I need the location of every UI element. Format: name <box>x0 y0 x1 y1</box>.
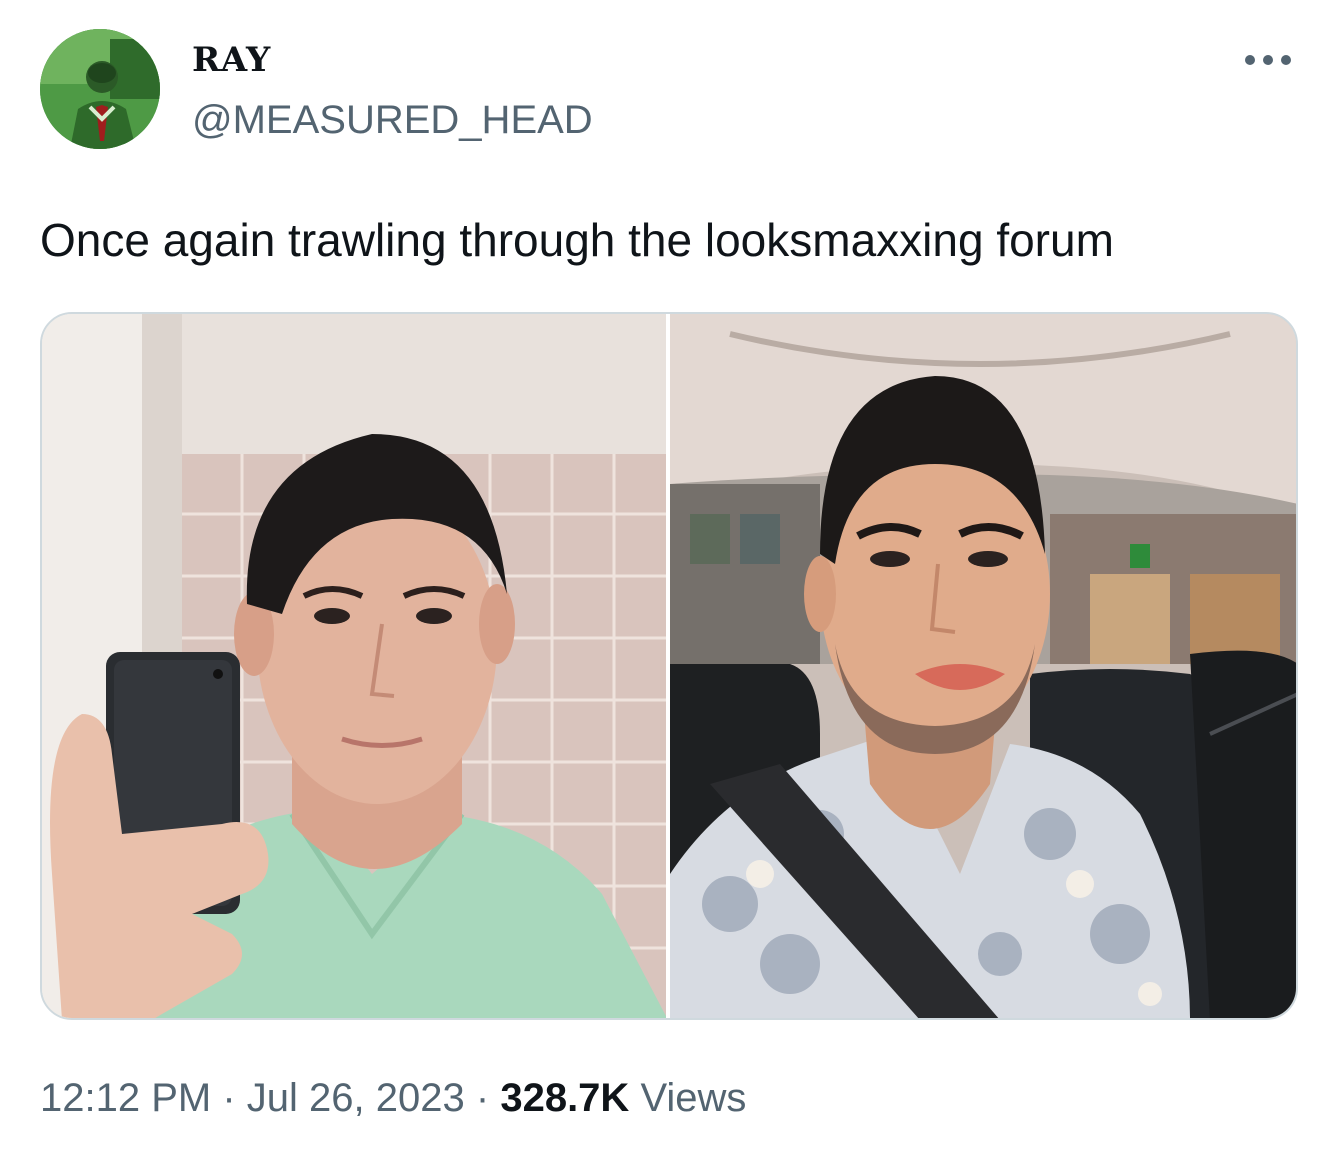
more-horizontal-icon <box>1245 55 1291 65</box>
views-count: 328.7K <box>500 1076 630 1120</box>
media-photo-after[interactable] <box>670 314 1296 1018</box>
avatar[interactable] <box>40 29 160 149</box>
selfie-photo-after <box>670 314 1296 1018</box>
media-photo-before[interactable] <box>42 314 666 1018</box>
author-handle[interactable]: @MEASURED_HEAD <box>192 98 593 143</box>
avatar-image <box>40 29 160 149</box>
tweet-media-grid <box>40 312 1298 1020</box>
tweet-metadata: 12:12 PM · Jul 26, 2023 · 328.7K Views <box>40 1076 746 1121</box>
selfie-photo-before <box>42 314 666 1018</box>
views-label: Views <box>640 1076 747 1120</box>
tweet-time[interactable]: 12:12 PM <box>40 1076 211 1120</box>
meta-separator: · <box>222 1076 236 1120</box>
meta-separator: · <box>475 1076 490 1120</box>
tweet-date[interactable]: Jul 26, 2023 <box>247 1076 465 1120</box>
more-options-button[interactable] <box>1238 40 1298 80</box>
author-display-name[interactable]: RAY <box>192 40 271 80</box>
tweet-text: Once again trawling through the looksmax… <box>40 214 1114 266</box>
tweet-views[interactable]: 328.7K Views <box>500 1076 746 1120</box>
